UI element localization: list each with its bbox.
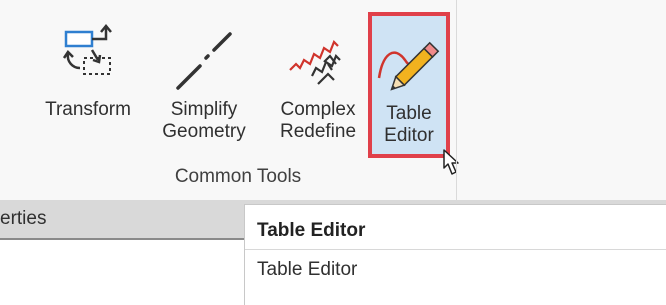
table-editor-tooltip: Table Editor Table Editor: [244, 204, 666, 305]
panel-tab-underline: [0, 238, 248, 240]
tooltip-divider: [245, 249, 666, 250]
tooltip-title: Table Editor: [257, 220, 366, 241]
complex-redefine-icon: [289, 40, 341, 85]
complex-redefine-label: Complex Redefine: [279, 99, 357, 142]
transform-icon: [62, 24, 112, 75]
table-editor-icon: [377, 41, 440, 91]
table-editor-button[interactable]: Table Editor: [368, 12, 450, 158]
tooltip-description: Table Editor: [257, 259, 358, 280]
transform-button[interactable]: Transform: [30, 8, 146, 178]
simplify-geometry-label: Simplify Geometry: [162, 99, 246, 142]
table-editor-label: Table Editor: [384, 103, 434, 146]
properties-panel-title: erties: [0, 208, 47, 229]
mouse-cursor-icon: [443, 149, 459, 175]
simplify-geometry-button[interactable]: Simplify Geometry: [148, 8, 260, 178]
simplify-geometry-icon: [176, 32, 232, 90]
complex-redefine-button[interactable]: Complex Redefine: [262, 8, 374, 178]
transform-label: Transform: [45, 99, 131, 120]
ribbon: Transform Simplify Geometry Complex Rede…: [0, 0, 666, 200]
ribbon-separator: [456, 0, 457, 200]
group-label-common-tools: Common Tools: [174, 166, 302, 187]
